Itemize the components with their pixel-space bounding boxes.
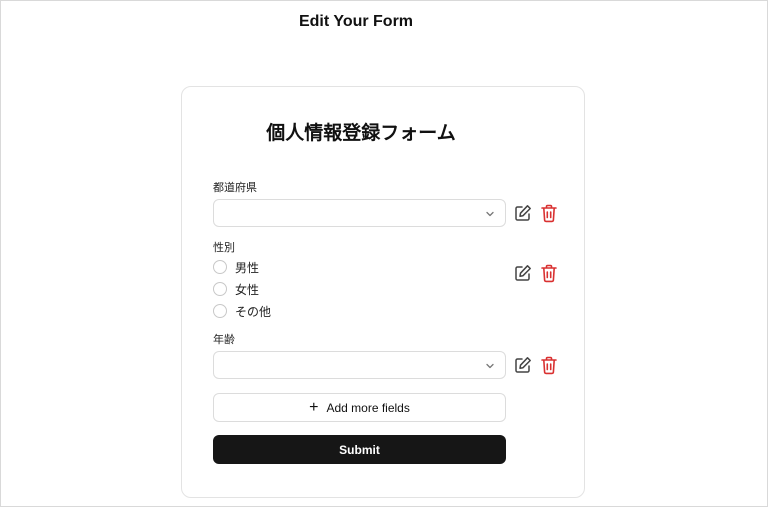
trash-icon [541,356,557,374]
edit-icon [515,205,531,221]
radio-button[interactable] [213,260,227,274]
plus-icon: + [309,398,319,416]
submit-button[interactable]: Submit [213,435,506,464]
radio-option-other[interactable]: その他 [213,302,271,320]
chevron-down-icon [486,211,494,217]
radio-button[interactable] [213,304,227,318]
add-more-fields-button[interactable]: + Add more fields [213,393,506,422]
form-title: 個人情報登録フォーム [266,122,456,144]
radio-option-female[interactable]: 女性 [213,280,259,298]
radio-label: 男性 [235,260,260,275]
edit-field-gender-button[interactable] [513,263,533,283]
edit-icon [515,357,531,373]
delete-field-gender-button[interactable] [539,263,559,283]
radio-button[interactable] [213,282,227,296]
delete-field-prefecture-button[interactable] [539,203,559,223]
prefecture-select[interactable] [213,199,506,227]
radio-label: 女性 [235,282,260,297]
age-select[interactable] [213,351,506,379]
chevron-down-icon [486,363,494,369]
add-more-fields-label: Add more fields [326,400,410,415]
field-label-prefecture: 都道府県 [213,181,257,194]
edit-field-age-button[interactable] [513,355,533,375]
radio-option-male[interactable]: 男性 [213,258,259,276]
field-label-age: 年齢 [213,333,235,346]
delete-field-age-button[interactable] [539,355,559,375]
field-label-gender: 性別 [213,241,235,254]
edit-field-prefecture-button[interactable] [513,203,533,223]
edit-icon [515,265,531,281]
trash-icon [541,264,557,282]
trash-icon [541,204,557,222]
radio-label: その他 [235,304,272,319]
page-title: Edit Your Form [298,13,414,30]
